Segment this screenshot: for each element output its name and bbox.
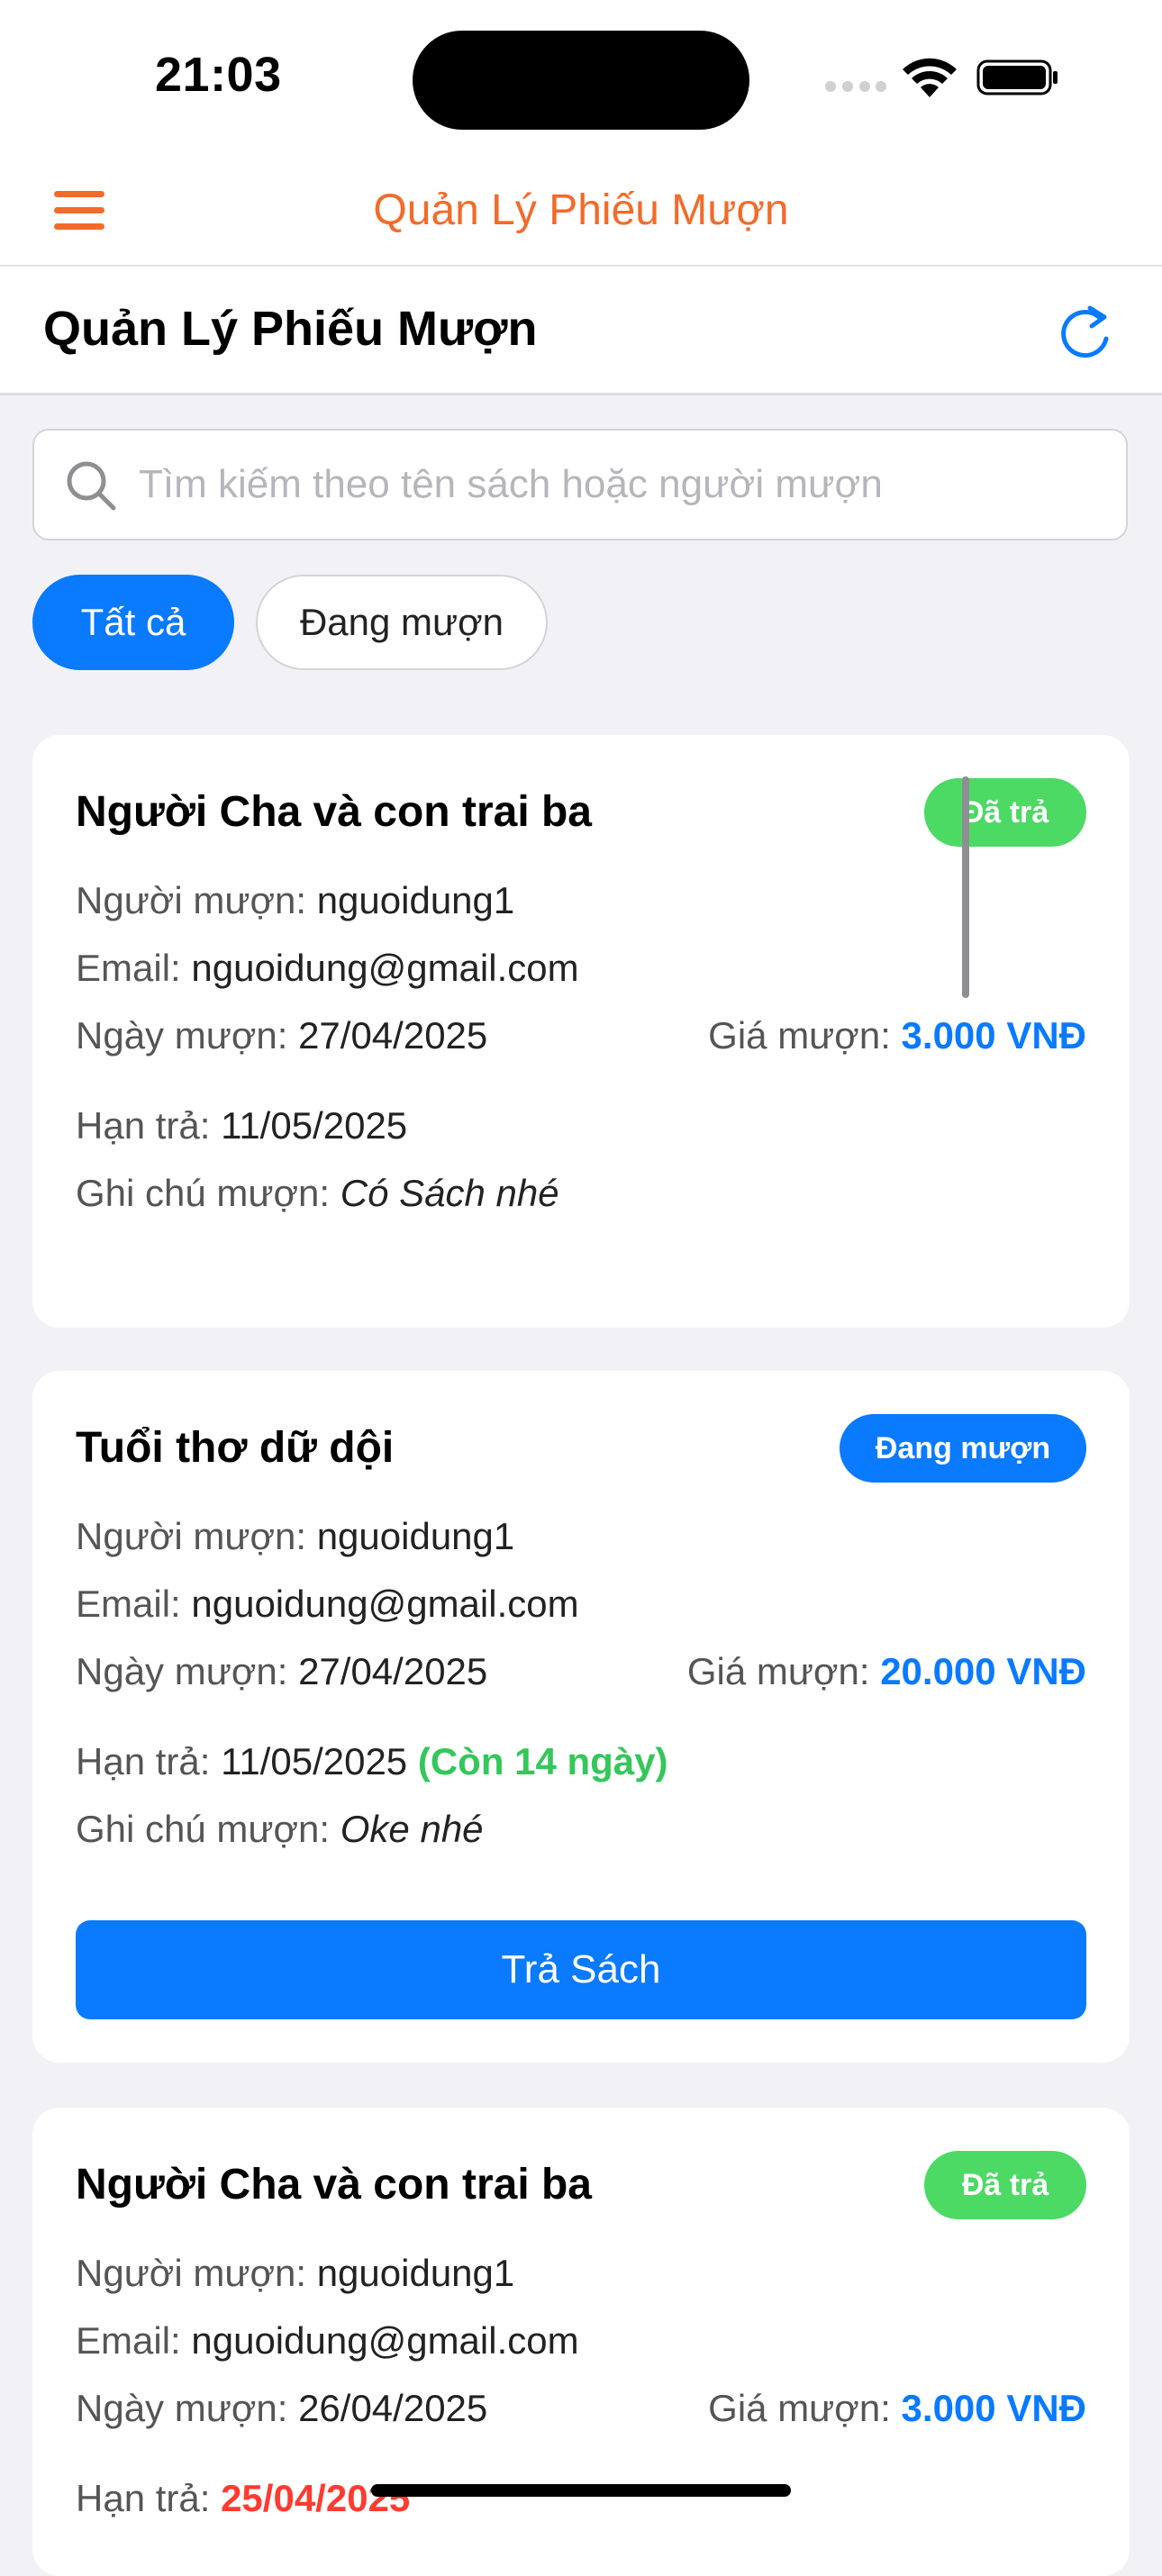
due-date-label: Hạn trả:	[76, 1740, 211, 1782]
email-row: Email: nguoidung@gmail.com	[76, 947, 579, 990]
note-row: Ghi chú mượn: Có Sách nhé	[76, 1172, 559, 1215]
email-label: Email:	[76, 1583, 181, 1625]
return-book-button[interactable]: Trả Sách	[76, 1920, 1086, 2019]
price-row: Giá mượn: 3.000 VNĐ	[708, 2387, 1086, 2430]
borrow-date-value: 26/04/2025	[298, 2387, 488, 2429]
status-badge: Đã trả	[924, 778, 1086, 847]
book-title: Người Cha và con trai ba	[76, 788, 592, 836]
page-title: Quản Lý Phiếu Mượn	[43, 302, 538, 356]
note-value: Oke nhé	[340, 1808, 484, 1850]
nav-bar: Quản Lý Phiếu Mượn	[0, 153, 1162, 267]
price-label: Giá mượn:	[708, 2387, 891, 2429]
cellular-signal-icon	[825, 81, 886, 94]
price-value: 3.000 VNĐ	[901, 1014, 1086, 1057]
price-value: 20.000 VNĐ	[880, 1650, 1086, 1692]
email-row: Email: nguoidung@gmail.com	[76, 1583, 579, 1626]
borrower-row: Người mượn: nguoidung1	[76, 2252, 514, 2295]
note-label: Ghi chú mượn:	[76, 1172, 331, 1214]
price-row: Giá mượn: 3.000 VNĐ	[708, 1014, 1086, 1057]
borrower-row: Người mượn: nguoidung1	[76, 1515, 514, 1558]
borrower-value: nguoidung1	[316, 2252, 515, 2294]
price-label: Giá mượn:	[686, 1650, 870, 1692]
status-badge: Đã trả	[924, 2151, 1086, 2219]
note-row: Ghi chú mượn: Oke nhé	[76, 1808, 484, 1851]
wifi-icon	[903, 58, 957, 97]
days-left-value: (Còn 14 ngày)	[417, 1740, 668, 1782]
borrow-date-value: 27/04/2025	[298, 1014, 488, 1057]
nav-title: Quản Lý Phiếu Mượn	[373, 186, 789, 234]
book-title: Tuổi thơ dữ dội	[76, 1424, 395, 1472]
search-input[interactable]	[139, 432, 1112, 537]
due-date-label: Hạn trả:	[76, 2477, 211, 2519]
borrow-date-label: Ngày mượn:	[76, 1650, 288, 1692]
borrower-row: Người mượn: nguoidung1	[76, 879, 514, 922]
section-header: Quản Lý Phiếu Mượn	[0, 267, 1162, 395]
email-value: nguoidung@gmail.com	[191, 947, 579, 989]
borrower-label: Người mượn:	[76, 879, 307, 921]
due-date-row: Hạn trả: 11/05/2025 (Còn 14 ngày)	[76, 1740, 668, 1783]
dynamic-island	[413, 31, 749, 130]
email-row: Email: nguoidung@gmail.com	[76, 2319, 579, 2363]
borrow-date-row: Ngày mượn: 27/04/2025	[76, 1650, 487, 1693]
price-value: 3.000 VNĐ	[901, 2387, 1086, 2429]
borrower-value: nguoidung1	[316, 879, 515, 921]
email-value: nguoidung@gmail.com	[191, 2319, 579, 2362]
borrow-date-row: Ngày mượn: 27/04/2025	[76, 1014, 487, 1057]
filter-chip-all[interactable]: Tất cả	[32, 575, 234, 670]
borrow-date-label: Ngày mượn:	[76, 2387, 288, 2429]
search-box	[32, 429, 1128, 540]
filter-chip-borrowing[interactable]: Đang mượn	[256, 575, 548, 670]
due-date-value: 11/05/2025	[221, 1104, 408, 1147]
book-title: Người Cha và con trai ba	[76, 2161, 592, 2209]
price-label: Giá mượn:	[708, 1014, 891, 1057]
borrow-date-label: Ngày mượn:	[76, 1014, 288, 1057]
scroll-indicator[interactable]	[962, 776, 969, 998]
email-label: Email:	[76, 947, 181, 989]
due-date-value: 11/05/2025	[221, 1740, 408, 1782]
note-value: Có Sách nhé	[340, 1172, 559, 1214]
price-row: Giá mượn: 20.000 VNĐ	[687, 1650, 1086, 1693]
email-value: nguoidung@gmail.com	[191, 1583, 579, 1625]
borrower-value: nguoidung1	[316, 1515, 515, 1557]
status-bar: 21:03	[0, 0, 1162, 153]
loan-card: Tuổi thơ dữ dội Đang mượn Người mượn: ng…	[32, 1371, 1130, 2063]
home-indicator[interactable]	[371, 2484, 791, 2497]
borrow-date-row: Ngày mượn: 26/04/2025	[76, 2387, 487, 2430]
search-icon	[67, 461, 116, 511]
due-date-row: Hạn trả: 11/05/2025	[76, 1104, 407, 1147]
battery-icon	[976, 59, 1058, 95]
status-badge: Đang mượn	[840, 1414, 1086, 1483]
borrow-date-value: 27/04/2025	[298, 1650, 488, 1692]
refresh-icon[interactable]	[1058, 299, 1115, 360]
due-date-label: Hạn trả:	[76, 1104, 211, 1147]
note-label: Ghi chú mượn:	[76, 1808, 331, 1850]
borrower-label: Người mượn:	[76, 1515, 307, 1557]
due-date-row: Hạn trả: 25/04/2025	[76, 2477, 410, 2520]
email-label: Email:	[76, 2319, 181, 2362]
borrower-label: Người mượn:	[76, 2252, 307, 2294]
status-time: 21:03	[155, 48, 282, 102]
loan-card: Người Cha và con trai ba Đã trả Người mư…	[32, 2108, 1130, 2576]
